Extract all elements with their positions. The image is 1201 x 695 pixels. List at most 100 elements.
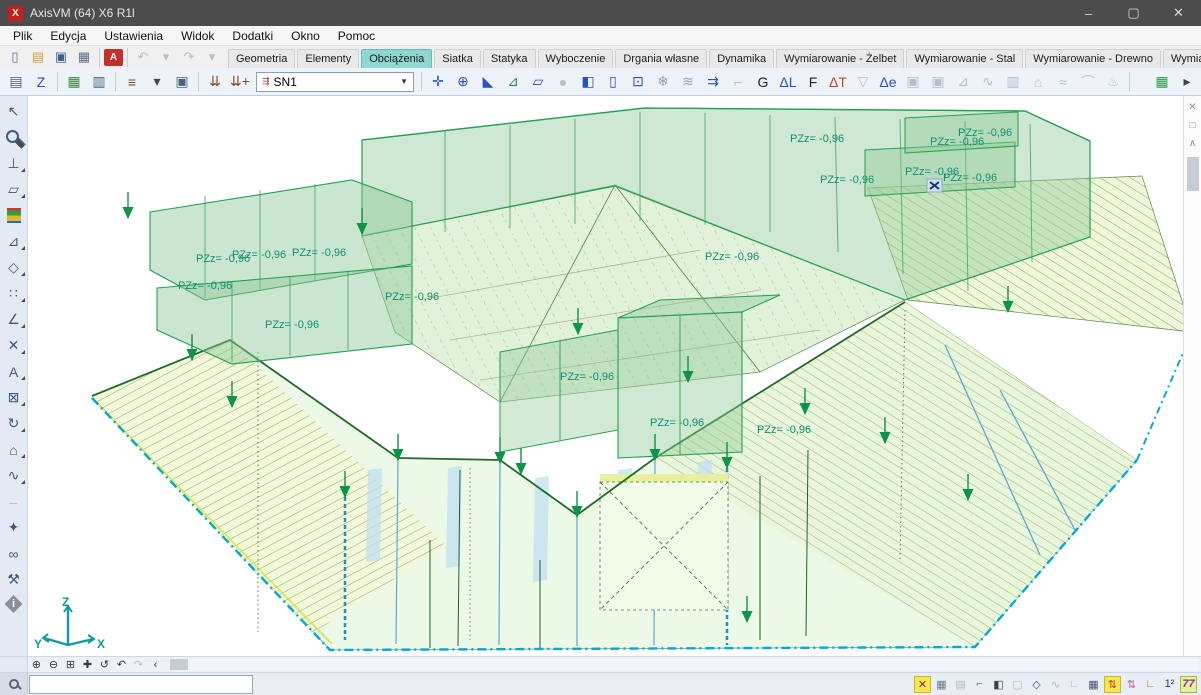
open-file-icon[interactable]: ▤ xyxy=(27,47,49,67)
report-maker-icon[interactable]: ≡ xyxy=(120,70,144,94)
zoom-out-icon[interactable]: ⊖ xyxy=(45,658,62,672)
axes-display-icon[interactable]: ∟ xyxy=(1142,676,1159,693)
redo-icon[interactable]: ↷ xyxy=(178,47,200,67)
spectrum-icon[interactable]: ▥ xyxy=(1001,70,1025,94)
menu-plik[interactable]: Plik xyxy=(4,27,41,45)
layers-icon[interactable]: ▤ xyxy=(4,70,28,94)
tab-drgania-wlasne[interactable]: Drgania własne xyxy=(615,49,707,68)
influence-line-icon[interactable]: ⊿ xyxy=(951,70,975,94)
menu-pomoc[interactable]: Pomoc xyxy=(329,27,384,45)
render-mode-icon[interactable]: 77 xyxy=(1180,676,1197,693)
redo-view-icon[interactable]: ↷ xyxy=(130,658,147,672)
surface-load-on-mesh-icon[interactable]: ◧ xyxy=(576,70,600,94)
menu-ustawienia[interactable]: Ustawienia xyxy=(95,27,172,45)
menu-okno[interactable]: Okno xyxy=(282,27,329,45)
display-settings-icon[interactable]: ⚒ xyxy=(2,569,26,590)
pan-icon[interactable]: ✚ xyxy=(79,658,96,672)
beam-point-load-icon[interactable]: ⊕ xyxy=(451,70,475,94)
selection-cursor-icon[interactable]: ↖ xyxy=(2,101,26,122)
print-icon[interactable]: ▦ xyxy=(73,47,95,67)
storeys-icon[interactable]: Z xyxy=(29,70,53,94)
minimize-button[interactable]: – xyxy=(1066,0,1111,26)
chevron-down-icon[interactable]: ▼ xyxy=(400,77,408,86)
tab-wyboczenie[interactable]: Wyboczenie xyxy=(538,49,614,68)
save-icon[interactable]: ▣ xyxy=(50,47,72,67)
horizontal-scrollbar-thumb[interactable] xyxy=(170,659,188,670)
table-browser-icon[interactable]: ▥ xyxy=(87,70,111,94)
domain-load-icon[interactable]: ● xyxy=(551,70,575,94)
renumber-icon[interactable]: ↻ xyxy=(2,413,26,434)
command-search-input[interactable] xyxy=(29,675,253,694)
searchlight-icon[interactable]: ✦ xyxy=(2,517,26,538)
tab-statyka[interactable]: Statyka xyxy=(483,49,536,68)
color-coding-icon[interactable] xyxy=(2,205,26,226)
maximize-button[interactable]: ▢ xyxy=(1111,0,1156,26)
redo-list-icon[interactable]: ▾ xyxy=(201,47,223,67)
more-tools-icon[interactable]: ▸ xyxy=(1175,70,1199,94)
nodal-dof-table-icon[interactable]: ▦ xyxy=(1150,70,1174,94)
float-pane-icon[interactable]: □ xyxy=(1186,119,1200,132)
opening-load-icon[interactable]: ▯ xyxy=(601,70,625,94)
self-weight-icon[interactable]: G xyxy=(751,70,775,94)
zoom-fit-icon[interactable]: ⊞ xyxy=(62,658,79,672)
modify-icon[interactable]: ◇ xyxy=(2,257,26,278)
dimension-icon[interactable]: ∠ xyxy=(2,309,26,330)
load-case-selector[interactable]: ⇶ SN1 ▼ xyxy=(256,72,414,92)
tension-load-icon[interactable]: F xyxy=(801,70,825,94)
rotate-view-icon[interactable]: ↺ xyxy=(96,658,113,672)
numbering-icon[interactable]: 1² xyxy=(1161,676,1178,693)
node-grid-icon[interactable]: ∷ xyxy=(2,283,26,304)
geometry-transform-icon[interactable]: ⊿ xyxy=(2,231,26,252)
info-icon[interactable]: i xyxy=(5,595,23,613)
variable-line-load-icon[interactable]: ⊿ xyxy=(501,70,525,94)
drawings-library-icon[interactable]: ▣ xyxy=(170,70,194,94)
tab-wymiarowanie-drewno[interactable]: Wymiarowanie - Drewno xyxy=(1025,49,1161,68)
misfit-load-icon[interactable]: Δe xyxy=(876,70,900,94)
background-layers-icon[interactable]: ▤ xyxy=(952,676,969,693)
delete-icon[interactable]: ✕ xyxy=(2,335,26,356)
scroll-up-icon[interactable]: ∧ xyxy=(1186,137,1200,150)
load-groups-icon[interactable]: ⇊+ xyxy=(228,70,252,94)
menu-widok[interactable]: Widok xyxy=(172,27,223,45)
tables-icon[interactable]: ▦ xyxy=(62,70,86,94)
moving-load-group-icon[interactable]: ▣ xyxy=(926,70,950,94)
support-displacement-icon[interactable]: ⌐ xyxy=(726,70,750,94)
nodal-load-icon[interactable]: ✛ xyxy=(426,70,450,94)
derived-beam-load-icon[interactable]: ⊡ xyxy=(626,70,650,94)
snow-load-icon[interactable]: ❄ xyxy=(651,70,675,94)
section-plane-icon[interactable]: ⊠ xyxy=(2,387,26,408)
zoom-icon[interactable] xyxy=(2,127,26,148)
detach-icon[interactable]: – xyxy=(2,491,26,512)
prestress-load-icon[interactable]: ▽ xyxy=(851,70,875,94)
undo-view-icon[interactable]: ↶ xyxy=(113,658,130,672)
tab-wymiarowanie-mur[interactable]: Wymiarowanie - Mur xyxy=(1163,49,1201,68)
load-values-icon[interactable]: ⇅ xyxy=(1123,676,1140,693)
storey-display-icon[interactable]: ◧ xyxy=(990,676,1007,693)
menu-edycja[interactable]: Edycja xyxy=(41,27,95,45)
crosshair-toggle-icon[interactable]: ✕ xyxy=(914,676,931,693)
collapse-nav-icon[interactable]: ‹ xyxy=(147,658,164,672)
horizontal-scrollbar-track[interactable] xyxy=(188,659,1199,671)
workplane-icon[interactable]: ⌐ xyxy=(971,676,988,693)
mesh-display-icon[interactable]: ▦ xyxy=(933,676,950,693)
tab-geometria[interactable]: Geometria xyxy=(228,49,295,68)
pushover-icon[interactable]: ⌂ xyxy=(1026,70,1050,94)
editing-tools-icon[interactable]: ◇ xyxy=(1028,676,1045,693)
tab-elementy[interactable]: Elementy xyxy=(297,49,359,68)
views-icon[interactable]: ⊥ xyxy=(2,153,26,174)
tab-dynamika[interactable]: Dynamika xyxy=(709,49,774,68)
length-change-load-icon[interactable]: ΔL xyxy=(776,70,800,94)
tab-siatka[interactable]: Siatka xyxy=(434,49,481,68)
undo-icon[interactable]: ↶ xyxy=(132,47,154,67)
tab-obciazenia[interactable]: Obciążenia xyxy=(361,49,432,68)
guidelines-icon[interactable]: ▢ xyxy=(1009,676,1026,693)
zoom-in-icon[interactable]: ⊕ xyxy=(28,658,45,672)
moving-load-icon[interactable]: ▣ xyxy=(901,70,925,94)
frame-icon[interactable]: ⌂ xyxy=(2,439,26,460)
seismic-load-icon[interactable]: ≈ xyxy=(1051,70,1075,94)
tensioning-icon[interactable]: ⌒ xyxy=(1076,70,1100,94)
local-systems-icon[interactable]: ∟ xyxy=(1066,676,1083,693)
undo-list-icon[interactable]: ▾ xyxy=(155,47,177,67)
display-options-icon[interactable]: ∞ xyxy=(2,543,26,564)
load-panel-icon[interactable]: ⇉ xyxy=(701,70,725,94)
